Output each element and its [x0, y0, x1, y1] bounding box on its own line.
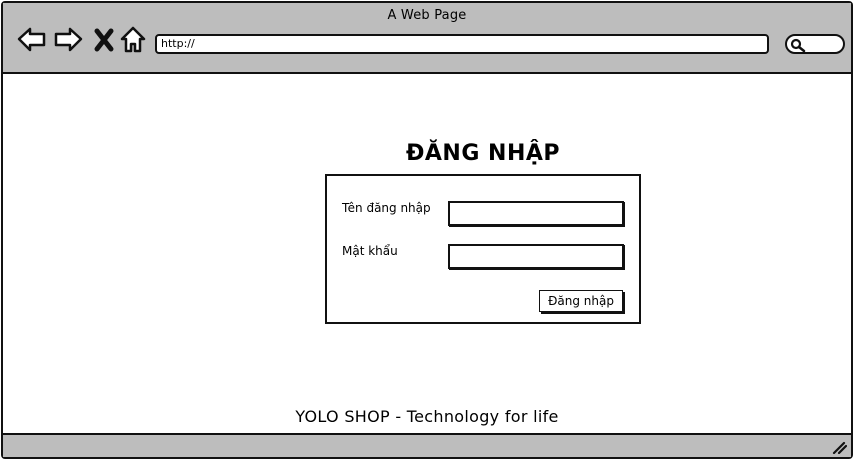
browser-status-bar — [3, 433, 851, 457]
stop-icon[interactable] — [91, 25, 121, 55]
forward-arrow-icon[interactable] — [53, 25, 83, 55]
address-bar[interactable]: http:// — [155, 34, 769, 54]
login-form: Tên đăng nhập Mật khẩu Đăng nhập — [325, 174, 641, 324]
login-button[interactable]: Đăng nhập — [539, 290, 623, 312]
resize-grip-icon[interactable] — [831, 440, 847, 454]
home-icon[interactable] — [118, 25, 148, 55]
username-label: Tên đăng nhập — [342, 201, 431, 215]
back-arrow-icon[interactable] — [17, 25, 47, 55]
window-title: A Web Page — [387, 8, 467, 23]
footer-tagline: YOLO SHOP - Technology for life — [295, 407, 559, 426]
magnifier-icon — [790, 38, 806, 52]
login-heading: ĐĂNG NHẬP — [405, 141, 561, 166]
password-label: Mật khẩu — [342, 244, 398, 258]
username-input[interactable] — [448, 201, 624, 226]
browser-window: A Web Page http:// ĐĂNG NHẬP Tên đăng nh… — [1, 1, 853, 459]
search-box[interactable] — [785, 34, 845, 54]
password-input[interactable] — [448, 244, 624, 269]
browser-toolbar: A Web Page http:// — [3, 3, 851, 74]
